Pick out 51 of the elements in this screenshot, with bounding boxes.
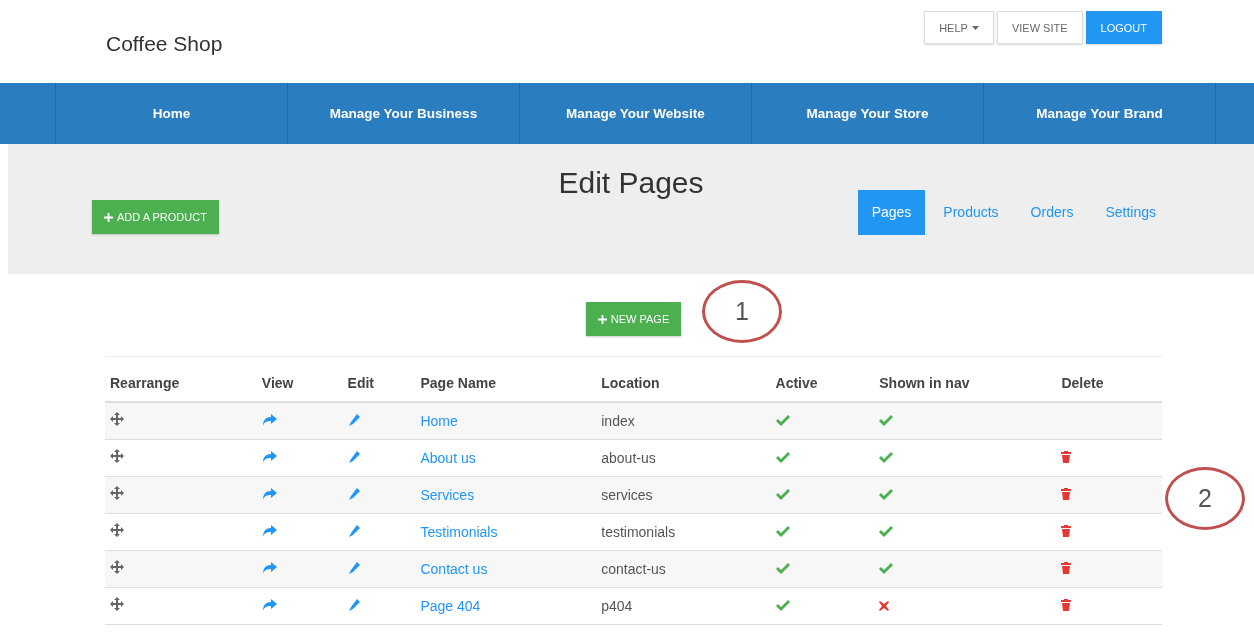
move-icon[interactable] <box>110 449 124 463</box>
location-text: index <box>601 412 635 429</box>
caret-icon <box>971 25 979 30</box>
pencil-icon[interactable] <box>347 413 360 426</box>
add-product-button[interactable]: ADD A PRODUCT <box>92 200 219 234</box>
page-link[interactable]: Services <box>420 486 475 503</box>
tab[interactable]: Settings <box>1091 190 1170 235</box>
page-link[interactable]: Testimonials <box>420 523 498 540</box>
trash-icon[interactable] <box>1061 598 1072 611</box>
new-page-button[interactable]: NEW PAGE <box>585 302 682 336</box>
header-button[interactable]: VIEW SITE <box>996 11 1083 44</box>
location-text: contact-us <box>601 560 666 577</box>
tab[interactable]: Products <box>929 190 1013 235</box>
callout-circle: 2 <box>1165 467 1245 530</box>
move-icon[interactable] <box>110 560 124 574</box>
trash-icon[interactable] <box>1061 450 1072 463</box>
share-arrow-icon[interactable] <box>261 450 277 463</box>
move-icon[interactable] <box>110 523 124 537</box>
page-link[interactable]: About us <box>420 449 476 466</box>
brand-name[interactable]: Coffee Shop <box>106 27 223 56</box>
header-button[interactable]: LOGOUT <box>1085 11 1162 44</box>
plus-icon <box>597 314 607 324</box>
location-text: about-us <box>601 449 656 466</box>
pencil-icon[interactable] <box>347 450 360 463</box>
trash-icon[interactable] <box>1061 561 1072 574</box>
share-arrow-icon[interactable] <box>261 598 277 611</box>
share-arrow-icon[interactable] <box>261 413 277 426</box>
page-title: Edit Pages <box>557 165 705 200</box>
pencil-icon[interactable] <box>347 598 360 611</box>
share-arrow-icon[interactable] <box>261 487 277 500</box>
move-icon[interactable] <box>110 486 124 500</box>
pencil-icon[interactable] <box>347 561 360 574</box>
tab[interactable]: Pages <box>857 190 926 235</box>
trash-icon[interactable] <box>1061 524 1072 537</box>
page-link[interactable]: Contact us <box>420 560 488 577</box>
pencil-icon[interactable] <box>347 487 360 500</box>
move-icon[interactable] <box>110 597 124 611</box>
callout-circle: 1 <box>702 280 782 343</box>
tab[interactable]: Orders <box>1016 190 1088 235</box>
location-text: p404 <box>601 597 633 614</box>
help-dropdown[interactable]: HELP <box>924 11 994 44</box>
pencil-icon[interactable] <box>347 524 360 537</box>
page-link[interactable]: Home <box>420 412 458 429</box>
plus-icon <box>104 212 113 222</box>
location-text: services <box>601 486 653 503</box>
share-arrow-icon[interactable] <box>261 524 277 537</box>
move-icon[interactable] <box>110 412 124 427</box>
location-text: testimonials <box>601 523 676 540</box>
page-link[interactable]: Page 404 <box>420 597 481 614</box>
share-arrow-icon[interactable] <box>261 561 277 574</box>
trash-icon[interactable] <box>1061 487 1072 500</box>
